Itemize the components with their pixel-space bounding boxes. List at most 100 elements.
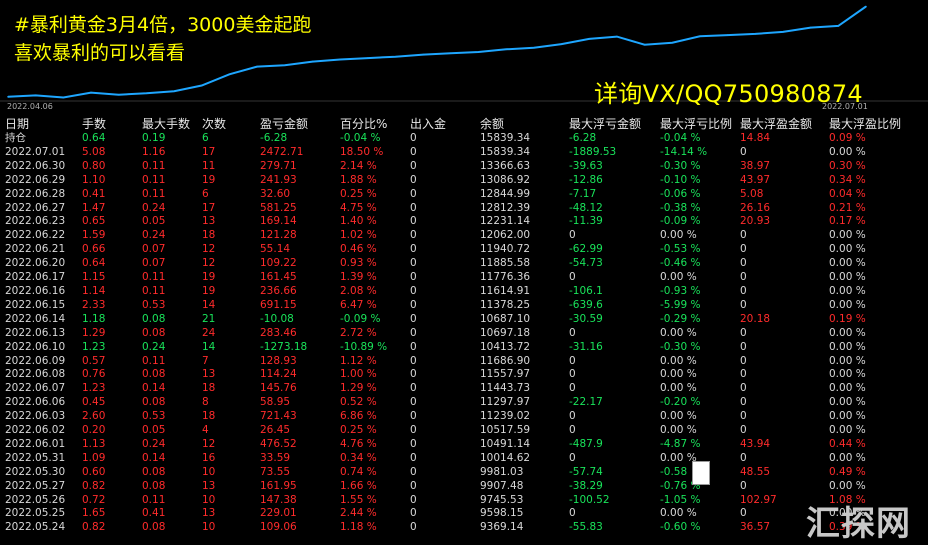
lots-cell: 5.08 [82,145,106,158]
date-cell: 2022.06.13 [5,326,66,339]
table-row[interactable]: 2022.06.13 1.29 0.08 24 283.46 2.72 % 0 10697.1… [0,327,928,341]
column-header[interactable]: 手数 [82,116,142,132]
max-drawdown-cell: 0 [569,271,576,284]
column-header[interactable]: 日期 [0,116,82,132]
pct-cell: 6.86 % [340,410,377,423]
column-header[interactable]: 余额 [480,116,569,132]
io-cell: 0 [410,410,417,423]
column-header[interactable]: 最大浮盈金额 [740,116,829,132]
max-lots-cell: 1.16 [142,145,166,158]
max-float-profit-cell: 0 [740,382,747,395]
table-row[interactable]: 2022.05.24 0.82 0.08 10 109.06 1.18 % 0 9369.14… [0,521,928,535]
table-row[interactable]: 2022.06.03 2.60 0.53 18 721.43 6.86 % 0 11239.0… [0,410,928,424]
table-row[interactable]: 2022.05.30 0.60 0.08 10 73.55 0.74 % 0 9981.03 -… [0,466,928,480]
lots-cell: 1.47 [82,201,106,214]
date-cell: 2022.06.22 [5,229,66,242]
lots-cell: 0.64 [82,257,106,270]
max-float-profit-cell: 26.16 [740,201,771,214]
date-cell: 2022.06.29 [5,173,66,186]
max-drawdown-cell: -1889.53 [569,145,617,158]
balance-cell: 11239.02 [480,410,531,423]
table-row[interactable]: 2022.05.26 0.72 0.11 10 147.38 1.55 % 0 9745.53… [0,494,928,508]
max-lots-cell: 0.08 [142,312,166,325]
max-drawdown-pct-cell: -0.46 % [660,257,701,270]
table-row[interactable]: 2022.06.27 1.47 0.24 17 581.25 4.75 % 0 12812.3… [0,202,928,216]
column-header[interactable]: 盈亏金额 [260,116,340,132]
table-row[interactable]: 2022.06.15 2.33 0.53 14 691.15 6.47 % 0 11378.2… [0,299,928,313]
equity-point [754,33,757,35]
max-drawdown-cell: -639.6 [569,298,603,311]
table-row[interactable]: 2022.05.27 0.82 0.08 13 161.95 1.66 % 0 9907.48… [0,480,928,494]
pnl-cell: -1273.18 [260,340,308,353]
pct-cell: 0.74 % [340,465,377,478]
table-row[interactable]: 2022.05.31 1.09 0.14 16 33.59 0.34 % 0 10014.62… [0,452,928,466]
io-cell: 0 [410,521,417,534]
lots-cell: 1.29 [82,326,106,339]
max-drawdown-pct-cell: 0.00 % [660,326,697,339]
max-drawdown-pct-cell: -4.87 % [660,437,701,450]
pnl-cell: 161.95 [260,479,297,492]
column-header[interactable]: 最大浮盈比例 [829,116,928,132]
table-row[interactable]: 2022.06.07 1.23 0.14 18 145.76 1.29 % 0 11443.7… [0,382,928,396]
max-lots-cell: 0.05 [142,424,166,437]
pct-cell: 1.02 % [340,229,377,242]
table-row[interactable]: 2022.06.14 1.18 0.08 21 -10.08 -0.09 % 0 10687.… [0,313,928,327]
table-row[interactable]: 2022.06.08 0.76 0.08 13 114.24 1.00 % 0 11557.9… [0,368,928,382]
max-lots-cell: 0.14 [142,451,166,464]
count-cell: 18 [202,229,216,242]
equity-point [643,43,646,46]
count-cell: 12 [202,437,216,450]
table-row[interactable]: 2022.07.01 5.08 1.16 17 2472.71 18.50 % 0 15839… [0,146,928,160]
daily-stats-table: 日期 手数 最大手数 次数 盈亏金额 百分比% 出入金 余额 最大浮亏金额 最大浮亏比例 最大浮盈金… [0,116,928,535]
max-float-profit-cell: 0 [740,424,747,437]
io-cell: 0 [410,271,417,284]
date-cell: 2022.06.03 [5,410,66,423]
lots-cell: 1.14 [82,284,106,297]
table-row[interactable]: 2022.06.28 0.41 0.11 6 32.60 0.25 % 0 12844.99 -… [0,188,928,202]
column-header[interactable]: 次数 [202,116,260,132]
max-drawdown-pct-cell: -0.53 % [660,243,701,256]
table-row[interactable]: 2022.06.01 1.13 0.24 12 476.52 4.76 % 0 10491.1… [0,438,928,452]
table-row[interactable]: 2022.06.29 1.10 0.11 19 241.93 1.88 % 0 13086.9… [0,174,928,188]
pct-cell: 2.08 % [340,284,377,297]
table-row-open-positions[interactable]: 持仓 0.64 0.19 6 -6.28 -0.04 % 0 15839.34 -6.28 -0.… [0,132,928,146]
max-drawdown-pct-cell: -0.20 % [660,396,701,409]
table-row[interactable]: 2022.05.25 1.65 0.41 13 229.01 2.44 % 0 9598.15… [0,507,928,521]
column-header[interactable]: 最大手数 [142,116,202,132]
table-row[interactable]: 2022.06.21 0.66 0.07 12 55.14 0.46 % 0 11940.72… [0,243,928,257]
pnl-cell: 121.28 [260,229,297,242]
pnl-cell: 73.55 [260,465,291,478]
table-row[interactable]: 2022.06.09 0.57 0.11 7 128.93 1.12 % 0 11686.90… [0,355,928,369]
column-header[interactable]: 出入金 [410,116,480,132]
table-row[interactable]: 2022.06.02 0.20 0.05 4 26.45 0.25 % 0 10517.59 0… [0,424,928,438]
count-cell: 21 [202,312,216,325]
max-drawdown-cell: 0 [569,424,576,437]
pct-cell: 2.44 % [340,507,377,520]
max-float-profit-cell: 0 [740,271,747,284]
table-row[interactable]: 2022.06.17 1.15 0.11 19 161.45 1.39 % 0 11776.3… [0,271,928,285]
lots-cell: 0.65 [82,215,106,228]
max-float-profit-cell: 5.08 [740,187,764,200]
lots-cell: 1.59 [82,229,106,242]
equity-point [34,94,37,97]
max-drawdown-pct-cell: 0.00 % [660,507,697,520]
table-row[interactable]: 2022.06.30 0.80 0.11 11 279.71 2.14 % 0 13366.6… [0,160,928,174]
column-header[interactable]: 百分比% [340,116,410,132]
table-row[interactable]: 2022.06.06 0.45 0.08 8 58.95 0.52 % 0 11297.97 -… [0,396,928,410]
max-drawdown-pct-cell: 0.00 % [660,229,697,242]
column-header[interactable]: 最大浮亏金额 [569,116,660,132]
equity-point [256,65,258,68]
table-row[interactable]: 2022.06.23 0.65 0.05 13 169.14 1.40 % 0 12231.1… [0,215,928,229]
lots-cell: 0.41 [82,187,106,200]
table-row[interactable]: 2022.06.22 1.59 0.24 18 121.28 1.02 % 0 12062.0… [0,229,928,243]
column-header[interactable]: 最大浮亏比例 [660,116,740,132]
table-row[interactable]: 2022.06.10 1.23 0.24 14 -1273.18 -10.89 % 0 104… [0,341,928,355]
max-float-profit-pct-cell: 0.00 % [829,368,866,381]
count-cell: 19 [202,271,216,284]
date-cell: 2022.06.16 [5,284,66,297]
table-row[interactable]: 2022.06.20 0.64 0.07 12 109.22 0.93 % 0 11885.5… [0,257,928,271]
lots-cell: 1.23 [82,382,106,395]
max-drawdown-cell: -106.1 [569,284,603,297]
balance-cell: 10697.18 [480,326,531,339]
table-row[interactable]: 2022.06.16 1.14 0.11 19 236.66 2.08 % 0 11614.9… [0,285,928,299]
